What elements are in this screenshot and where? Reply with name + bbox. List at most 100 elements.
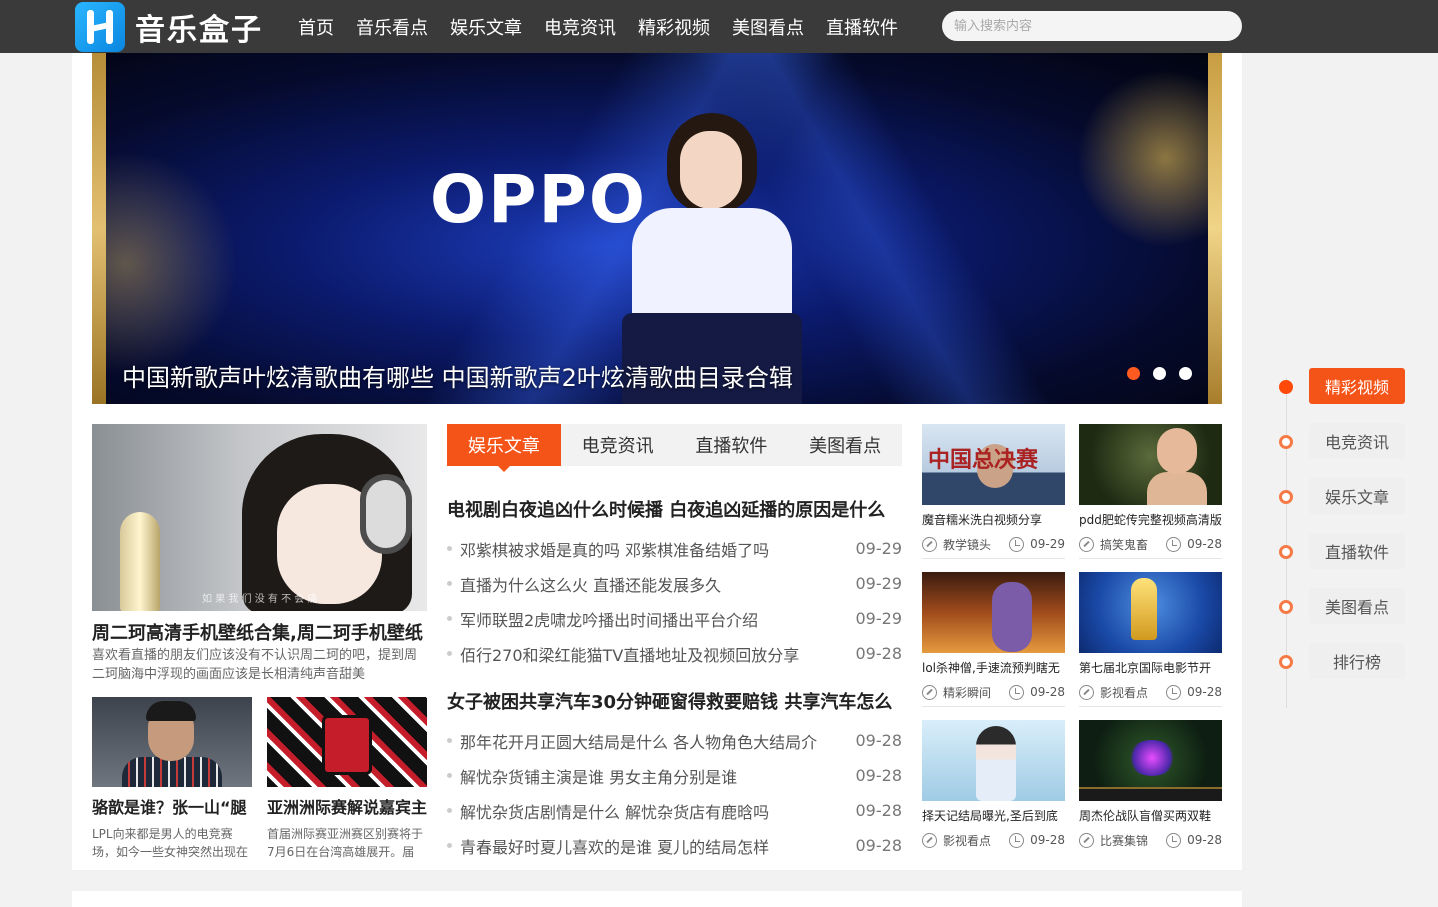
mini-card-desc: LPL向来都是男人的电竞赛场，如今一些女神突然出现在 bbox=[92, 827, 249, 859]
news-headline[interactable]: 电视剧白夜追凶什么时候播 白夜追凶延播的原因是什么 bbox=[447, 496, 902, 522]
timeline-node-icon bbox=[1279, 600, 1293, 614]
list-item[interactable]: 解忧杂货店剧情是什么 解忧杂货店有鹿晗吗 09-28 bbox=[447, 793, 902, 828]
banner-caption[interactable]: 中国新歌声叶炫清歌曲有哪些 中国新歌声2叶炫清歌曲目录合辑 bbox=[122, 358, 793, 393]
banner-dot-3[interactable] bbox=[1179, 367, 1192, 380]
feature-desc: 喜欢看直播的朋友们应该没有不认识周二珂的吧，提到周二珂脑海中浮现的画面应该是长相… bbox=[92, 648, 418, 682]
video-thumbnail[interactable] bbox=[1079, 424, 1222, 505]
logo-icon bbox=[75, 1, 125, 52]
video-category[interactable]: 影视看点 bbox=[922, 832, 991, 849]
video-category[interactable]: 影视看点 bbox=[1079, 684, 1148, 701]
side-nav-item-live-software[interactable]: 直播软件 bbox=[1270, 533, 1420, 569]
side-nav-item-videos[interactable]: 精彩视频 bbox=[1270, 368, 1420, 404]
side-nav-label[interactable]: 直播软件 bbox=[1309, 533, 1405, 569]
nav-live-software[interactable]: 直播软件 bbox=[826, 14, 898, 40]
edit-icon bbox=[922, 536, 937, 552]
list-item[interactable]: 佰行270和梁红能猫TV直播地址及视频回放分享 09-28 bbox=[447, 636, 902, 671]
tab-gallery[interactable]: 美图看点 bbox=[788, 424, 902, 466]
video-category[interactable]: 比赛集锦 bbox=[1079, 832, 1148, 849]
mini-card-title[interactable]: 骆歆是谁？张一山“腿 bbox=[92, 794, 252, 818]
side-nav-label[interactable]: 排行榜 bbox=[1309, 643, 1405, 679]
list-item[interactable]: 军师联盟2虎啸龙吟播出时间播出平台介绍 09-29 bbox=[447, 601, 902, 636]
video-title[interactable]: 周杰伦战队盲僧买两双鞋 bbox=[1079, 807, 1222, 823]
side-nav-label[interactable]: 美图看点 bbox=[1309, 588, 1405, 624]
thumbnail-text: 中国总决赛 bbox=[928, 448, 1039, 473]
tab-live-software[interactable]: 直播软件 bbox=[675, 424, 789, 466]
video-card[interactable]: 周杰伦战队盲僧买两双鞋 比赛集锦 09-28 bbox=[1079, 720, 1222, 848]
nav-esports[interactable]: 电竞资讯 bbox=[544, 14, 616, 40]
video-thumbnail[interactable] bbox=[1079, 572, 1222, 653]
video-title[interactable]: pdd肥蛇传完整视频高清版 bbox=[1079, 511, 1222, 527]
side-timeline-nav: 精彩视频 电竞资讯 娱乐文章 直播软件 美图看点 排行榜 bbox=[1270, 368, 1420, 708]
side-nav-item-entertainment[interactable]: 娱乐文章 bbox=[1270, 478, 1420, 514]
banner-dot-1[interactable] bbox=[1127, 367, 1140, 380]
video-category[interactable]: 搞笑鬼畜 bbox=[1079, 536, 1148, 553]
tab-esports[interactable]: 电竞资讯 bbox=[561, 424, 675, 466]
clock-icon bbox=[1166, 536, 1182, 552]
list-item[interactable]: 邓紫棋被求婚是真的吗 邓紫棋准备结婚了吗 09-29 bbox=[447, 531, 902, 566]
video-card[interactable]: lol杀神僧,手速流预判瞎无 精彩瞬间 09-28 bbox=[922, 572, 1065, 707]
banner-dot-2[interactable] bbox=[1153, 367, 1166, 380]
list-item[interactable]: 青春最好时夏儿喜欢的是谁 夏儿的结局怎样 09-28 bbox=[447, 828, 902, 863]
side-nav-label[interactable]: 娱乐文章 bbox=[1309, 478, 1405, 514]
video-card[interactable]: 中国总决赛 魔音糯米洗白视频分享 教学镜头 09-29 bbox=[922, 424, 1065, 559]
side-nav-label[interactable]: 电竞资讯 bbox=[1309, 423, 1405, 459]
video-thumbnail[interactable] bbox=[922, 572, 1065, 653]
video-thumbnail[interactable] bbox=[1079, 720, 1222, 801]
video-card[interactable]: 第七届北京国际电影节开 影视看点 09-28 bbox=[1079, 572, 1222, 707]
side-nav-label[interactable]: 精彩视频 bbox=[1309, 368, 1405, 404]
nav-home[interactable]: 首页 bbox=[298, 14, 334, 40]
edit-icon bbox=[922, 684, 937, 700]
video-date: 09-28 bbox=[1166, 684, 1222, 700]
side-nav-item-gallery[interactable]: 美图看点 bbox=[1270, 588, 1420, 624]
nav-music[interactable]: 音乐看点 bbox=[356, 14, 428, 40]
video-card[interactable]: pdd肥蛇传完整视频高清版 搞笑鬼畜 09-28 bbox=[1079, 424, 1222, 559]
search-input[interactable] bbox=[942, 11, 1242, 41]
hero-banner[interactable]: OPPO 中国新歌声叶炫清歌曲有哪些 中国新歌声2叶炫清歌曲目录合辑 bbox=[92, 53, 1222, 404]
news-headline[interactable]: 女子被困共享汽车30分钟砸窗得救要赔钱 共享汽车怎么 bbox=[447, 688, 902, 714]
clock-icon bbox=[1009, 684, 1025, 700]
video-title[interactable]: lol杀神僧,手速流预判瞎无 bbox=[922, 659, 1065, 675]
video-thumbnail[interactable] bbox=[922, 720, 1065, 801]
video-card[interactable]: 择天记结局曝光,圣后到底 影视看点 09-28 bbox=[922, 720, 1065, 848]
timeline-node-icon bbox=[1279, 655, 1293, 669]
mini-card[interactable]: 亚洲洲际赛解说嘉宾主 首届洲际赛亚洲赛区别赛将于7月6日在台湾高雄展开。届 bbox=[267, 697, 427, 861]
nav-videos[interactable]: 精彩视频 bbox=[638, 14, 710, 40]
mini-card[interactable]: 骆歆是谁？张一山“腿 LPL向来都是男人的电竞赛场，如今一些女神突然出现在 bbox=[92, 697, 252, 861]
side-nav-item-ranking[interactable]: 排行榜 bbox=[1270, 643, 1420, 679]
video-title[interactable]: 第七届北京国际电影节开 bbox=[1079, 659, 1222, 675]
side-nav-item-esports[interactable]: 电竞资讯 bbox=[1270, 423, 1420, 459]
main-nav: 首页 音乐看点 娱乐文章 电竞资讯 精彩视频 美图看点 直播软件 bbox=[298, 0, 920, 53]
timeline-node-icon bbox=[1279, 380, 1293, 394]
list-item[interactable]: 直播为什么这么火 直播还能发展多久 09-29 bbox=[447, 566, 902, 601]
category-tabs: 娱乐文章 电竞资讯 直播软件 美图看点 bbox=[447, 424, 902, 472]
edit-icon bbox=[922, 832, 937, 848]
site-logo[interactable]: 音乐盒子 bbox=[75, 0, 263, 53]
tab-entertainment[interactable]: 娱乐文章 bbox=[447, 424, 561, 472]
secondary-panel bbox=[72, 891, 1242, 907]
mini-card-title[interactable]: 亚洲洲际赛解说嘉宾主 bbox=[267, 794, 427, 818]
video-category[interactable]: 精彩瞬间 bbox=[922, 684, 991, 701]
feature-image[interactable]: 如 果 我 们 没 有 不 会 痛 bbox=[92, 424, 427, 611]
video-thumbnail[interactable]: 中国总决赛 bbox=[922, 424, 1065, 505]
mini-card-image[interactable] bbox=[267, 697, 427, 787]
feature-image-watermark: 如 果 我 们 没 有 不 会 痛 bbox=[202, 594, 318, 605]
nav-entertainment[interactable]: 娱乐文章 bbox=[450, 14, 522, 40]
top-navbar: 音乐盒子 首页 音乐看点 娱乐文章 电竞资讯 精彩视频 美图看点 直播软件 bbox=[0, 0, 1438, 53]
mini-card-desc: 首届洲际赛亚洲赛区别赛将于7月6日在台湾高雄展开。届 bbox=[267, 827, 424, 859]
nav-gallery[interactable]: 美图看点 bbox=[732, 14, 804, 40]
edit-icon bbox=[1079, 536, 1094, 552]
clock-icon bbox=[1166, 684, 1182, 700]
clock-icon bbox=[1166, 832, 1182, 848]
video-title[interactable]: 魔音糯米洗白视频分享 bbox=[922, 511, 1065, 527]
news-list: 邓紫棋被求婚是真的吗 邓紫棋准备结婚了吗 09-29 直播为什么这么火 直播还能发… bbox=[447, 531, 902, 671]
video-title[interactable]: 择天记结局曝光,圣后到底 bbox=[922, 807, 1065, 823]
list-item[interactable]: 那年花开月正圆大结局是什么 各人物角色大结局介 09-28 bbox=[447, 723, 902, 758]
video-category[interactable]: 教学镜头 bbox=[922, 536, 991, 553]
mini-card-image[interactable] bbox=[92, 697, 252, 787]
feature-title[interactable]: 周二珂高清手机壁纸合集,周二珂手机壁纸 bbox=[92, 619, 423, 645]
timeline-node-icon bbox=[1279, 490, 1293, 504]
list-item[interactable]: 解忧杂货铺主演是谁 男女主角分别是谁 09-28 bbox=[447, 758, 902, 793]
video-date: 09-29 bbox=[1009, 536, 1065, 552]
video-date: 09-28 bbox=[1009, 832, 1065, 848]
edit-icon bbox=[1079, 832, 1094, 848]
